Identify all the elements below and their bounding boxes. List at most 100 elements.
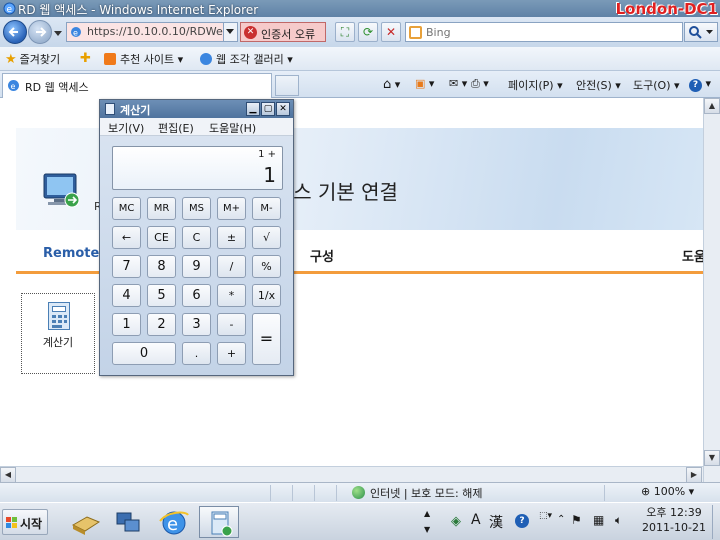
favorites-bar: ★ 즐겨찾기 ✚ 추천 사이트 ▾ 웹 조각 갤러리 ▾ — [0, 47, 720, 71]
ime-mode-hanja[interactable]: 漢 — [489, 512, 503, 532]
address-bar[interactable]: e https://10.10.0.10/RDWeb/ — [66, 22, 238, 42]
address-dropdown-button[interactable] — [223, 23, 237, 41]
ime-options-icon[interactable]: ⬚▾ — [539, 511, 552, 521]
key-0[interactable]: 0 — [112, 342, 176, 365]
compatibility-view-button[interactable]: ⛶ — [335, 22, 355, 42]
key-6[interactable]: 6 — [182, 284, 211, 307]
chevron-down-icon — [226, 29, 234, 34]
maximize-button[interactable]: ▢ — [261, 102, 275, 116]
key-4[interactable]: 4 — [112, 284, 141, 307]
tools-menu[interactable]: 도구(O) ▾ — [633, 77, 680, 93]
key-1[interactable]: 1 — [112, 313, 141, 336]
language-bar-icon[interactable]: ◈ — [451, 514, 461, 529]
home-button[interactable]: ⌂ ▾ — [383, 77, 400, 93]
key-2[interactable]: 2 — [147, 313, 176, 336]
key-reciprocal[interactable]: 1/x — [252, 284, 281, 307]
new-tab-button[interactable] — [275, 75, 299, 96]
taskbar-internet-explorer[interactable]: e — [153, 506, 193, 538]
minimize-icon: ▁ — [249, 104, 257, 114]
key-backspace[interactable]: ← — [112, 226, 141, 249]
taskbar-scroll-down-icon[interactable]: ▼ — [424, 522, 436, 538]
history-dropdown-icon[interactable] — [54, 29, 62, 37]
stop-button[interactable]: ✕ — [381, 22, 401, 42]
key-equals[interactable]: = — [252, 313, 281, 365]
favorites-button[interactable]: ★ 즐겨찾기 — [5, 51, 60, 67]
print-button[interactable]: ⎙ ▾ — [471, 77, 489, 93]
key-subtract[interactable]: - — [217, 313, 246, 336]
key-decimal[interactable]: . — [182, 342, 211, 365]
app-tile-calculator[interactable]: 계산기 — [21, 293, 95, 374]
help-icon: ? — [689, 79, 702, 92]
key-divide[interactable]: / — [217, 255, 246, 278]
page-menu[interactable]: 페이지(P) ▾ — [508, 77, 563, 93]
safety-menu[interactable]: 안전(S) ▾ — [576, 77, 621, 93]
key-9[interactable]: 9 — [182, 255, 211, 278]
vertical-scrollbar[interactable]: ▲ ▼ — [703, 98, 720, 482]
mail-icon: ✉ — [449, 77, 459, 90]
fav-item-suggested-sites[interactable]: 추천 사이트 ▾ — [104, 51, 183, 67]
start-button[interactable]: 시작 — [2, 509, 48, 535]
key-sqrt[interactable]: √ — [252, 226, 281, 249]
scroll-up-arrow-icon[interactable]: ▲ — [704, 98, 720, 114]
tab-rd-web-access[interactable]: e RD 웹 액세스 — [2, 73, 272, 98]
search-button[interactable] — [684, 22, 718, 42]
menu-help[interactable]: 도움말(H) — [209, 120, 256, 136]
action-center-flag-icon[interactable]: ⚑ — [571, 513, 582, 527]
show-hidden-icons-icon[interactable]: ⌃ — [557, 514, 565, 525]
volume-icon[interactable]: 🔈︎ — [615, 513, 622, 528]
key-percent[interactable]: % — [252, 255, 281, 278]
display-value: 1 — [263, 163, 276, 187]
certificate-error-button[interactable]: ✕ 인증서 오류 — [240, 22, 326, 42]
address-url[interactable]: https://10.10.0.10/RDWeb/ — [87, 25, 233, 38]
key-ms[interactable]: MS — [182, 197, 211, 220]
key-m[interactable]: M+ — [217, 197, 246, 220]
key-5[interactable]: 5 — [147, 284, 176, 307]
key-8[interactable]: 8 — [147, 255, 176, 278]
key-m[interactable]: M- — [252, 197, 281, 220]
key-3[interactable]: 3 — [182, 313, 211, 336]
nav-configuration[interactable]: 구성 — [310, 246, 334, 265]
key-mr[interactable]: MR — [147, 197, 176, 220]
show-desktop-button[interactable] — [712, 505, 720, 539]
taskbar-scroll[interactable]: ▲ ▼ — [424, 506, 436, 538]
taskbar-clock[interactable]: 오후 12:39 2011-10-21 — [639, 505, 709, 535]
scroll-left-arrow-icon[interactable]: ◀ — [0, 467, 16, 483]
taskbar-scroll-up-icon[interactable]: ▲ — [424, 506, 436, 522]
back-button[interactable] — [3, 20, 27, 44]
key-mc[interactable]: MC — [112, 197, 141, 220]
scroll-right-arrow-icon[interactable]: ▶ — [686, 467, 702, 483]
search-input[interactable] — [426, 24, 666, 40]
calculator-titlebar[interactable]: 계산기 ▁ ▢ ✕ — [100, 100, 293, 118]
key-add[interactable]: + — [217, 342, 246, 365]
taskbar-calculator-remoteapp[interactable] — [199, 506, 239, 538]
close-button[interactable]: ✕ — [276, 102, 290, 116]
taskbar-server-manager[interactable] — [64, 506, 104, 538]
menu-edit[interactable]: 편집(E) — [158, 120, 194, 136]
mail-button[interactable]: ✉ ▾ — [449, 77, 467, 93]
key-multiply[interactable]: * — [217, 284, 246, 307]
search-box[interactable] — [405, 22, 683, 42]
menu-view[interactable]: 보기(V) — [108, 120, 144, 136]
minimize-button[interactable]: ▁ — [246, 102, 260, 116]
key-negate[interactable]: ± — [217, 226, 246, 249]
network-icon[interactable]: ▦ — [593, 513, 604, 527]
bing-icon — [409, 26, 422, 39]
refresh-button[interactable]: ⟳ — [358, 22, 378, 42]
protected-mode-toggle[interactable] — [604, 485, 638, 501]
help-menu-button[interactable]: ? ▾ — [689, 77, 711, 93]
key-c[interactable]: C — [182, 226, 211, 249]
zoom-level[interactable]: ⊕ 100% ▾ — [641, 485, 694, 498]
add-favorite-button[interactable]: ✚ — [80, 51, 94, 67]
taskbar-powershell[interactable] — [107, 506, 147, 538]
key-7[interactable]: 7 — [112, 255, 141, 278]
ime-help-icon[interactable]: ? — [515, 514, 529, 528]
forward-button[interactable] — [28, 20, 52, 44]
scroll-down-arrow-icon[interactable]: ▼ — [704, 450, 720, 466]
fav-item-web-slice-gallery[interactable]: 웹 조각 갤러리 ▾ — [200, 51, 293, 67]
suggested-sites-icon — [104, 53, 116, 65]
horizontal-scrollbar[interactable]: ◀ ▶ — [0, 466, 703, 483]
feeds-button[interactable]: ▣ ▾ — [415, 77, 434, 93]
ime-mode-alpha[interactable]: A — [471, 512, 481, 528]
security-zone-text[interactable]: 인터넷 | 보호 모드: 해제 — [370, 485, 482, 501]
key-ce[interactable]: CE — [147, 226, 176, 249]
